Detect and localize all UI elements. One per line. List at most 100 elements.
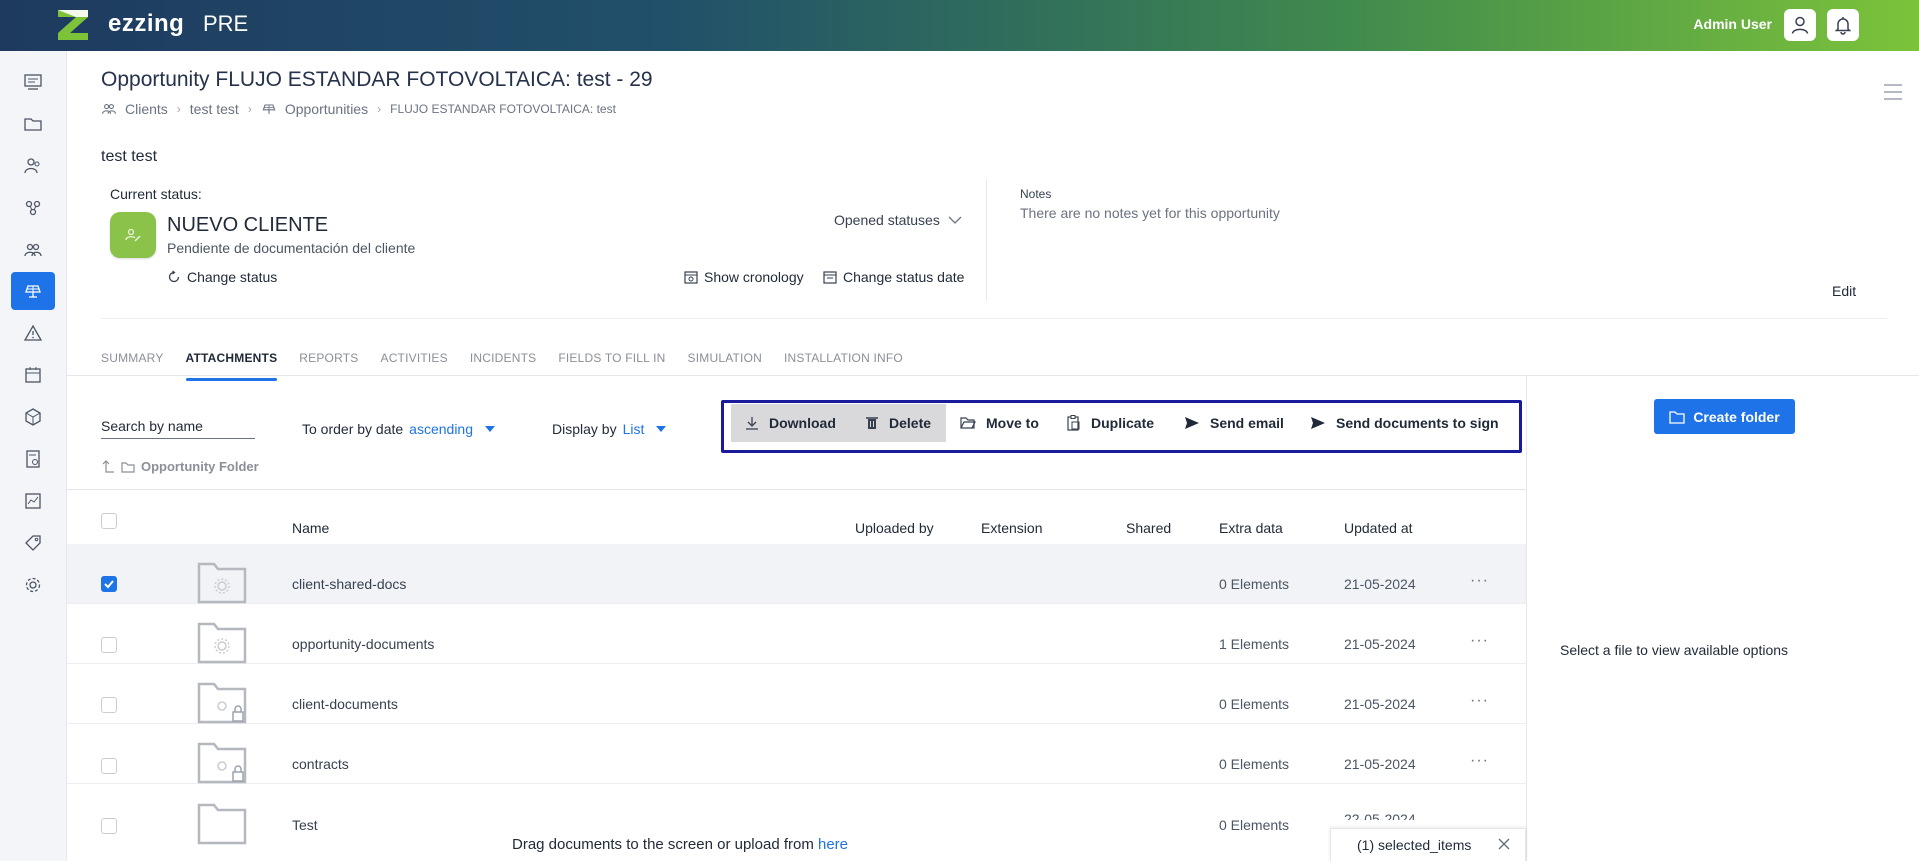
status-name: NUEVO CLIENTE — [167, 214, 329, 236]
sidebar-item-clients[interactable] — [11, 147, 55, 185]
page-title: Opportunity FLUJO ESTANDAR FOTOVOLTAICA:… — [101, 68, 653, 91]
column-header-uploaded-by[interactable]: Uploaded by — [855, 520, 934, 536]
locked-folder-icon — [197, 682, 247, 724]
monitor-icon — [24, 74, 42, 90]
select-all-checkbox[interactable] — [101, 513, 117, 529]
row-checkbox[interactable] — [101, 576, 117, 592]
duplicate-button[interactable]: Duplicate — [1067, 404, 1154, 442]
menu-button[interactable] — [1883, 83, 1903, 104]
calendar-icon — [823, 271, 837, 284]
tab-installation-info[interactable]: INSTALLATION INFO — [784, 351, 903, 377]
sidebar-item-files[interactable] — [11, 105, 55, 143]
row-checkbox[interactable] — [101, 697, 117, 713]
user-profile-button[interactable] — [1784, 9, 1816, 41]
row-name[interactable]: client-documents — [292, 696, 398, 712]
user-icon — [1791, 16, 1809, 34]
send-documents-to-sign-button[interactable]: Send documents to sign — [1310, 404, 1499, 442]
report-icon — [25, 493, 41, 509]
row-more-icon[interactable]: ··· — [1470, 572, 1489, 590]
download-icon — [746, 417, 758, 430]
tab-summary[interactable]: SUMMARY — [101, 351, 164, 377]
sidebar-item-dashboard[interactable] — [11, 63, 55, 101]
sidebar-item-incidents[interactable] — [11, 314, 55, 352]
tag-icon — [25, 535, 41, 551]
column-header-extension[interactable]: Extension — [981, 520, 1042, 536]
sidebar-item-reports[interactable] — [11, 482, 55, 520]
chevron-right-icon: › — [247, 102, 252, 116]
display-value: List — [622, 421, 645, 437]
display-by-select[interactable]: Display by List — [552, 421, 667, 437]
column-header-updated-at[interactable]: Updated at — [1344, 520, 1413, 536]
sidebar-item-contacts[interactable] — [11, 231, 55, 269]
sidebar-item-products[interactable] — [11, 398, 55, 436]
sidebar — [0, 51, 67, 861]
sidebar-item-promotions[interactable] — [11, 524, 55, 562]
close-icon[interactable] — [1497, 837, 1511, 851]
row-updated-at: 21-05-2024 — [1344, 576, 1416, 592]
move-to-button[interactable]: Move to — [960, 404, 1039, 442]
sidebar-item-settings[interactable] — [11, 566, 55, 604]
create-folder-label: Create folder — [1693, 408, 1780, 425]
edit-notes-button[interactable]: Edit — [1832, 283, 1856, 299]
user-name[interactable]: Admin User — [1693, 16, 1772, 32]
sidebar-item-leads[interactable] — [11, 189, 55, 227]
upload-link[interactable]: here — [818, 836, 848, 853]
row-name[interactable]: Test — [292, 817, 318, 833]
sidebar-item-opportunities[interactable] — [11, 272, 55, 310]
table-row[interactable] — [67, 784, 1526, 844]
logo[interactable] — [56, 8, 90, 42]
row-more-icon[interactable]: ··· — [1470, 752, 1489, 770]
order-by-date-select[interactable]: To order by date ascending — [302, 421, 495, 437]
change-status-date-label: Change status date — [843, 269, 965, 285]
hamburger-menu-icon — [1884, 84, 1902, 100]
column-header-shared[interactable]: Shared — [1126, 520, 1171, 536]
row-name[interactable]: contracts — [292, 756, 349, 772]
tab-fields-to-fill-in[interactable]: FIELDS TO FILL IN — [558, 351, 665, 377]
row-checkbox[interactable] — [101, 758, 117, 774]
row-updated-at: 21-05-2024 — [1344, 756, 1416, 772]
row-checkbox[interactable] — [101, 637, 117, 653]
sidebar-item-calendar[interactable] — [11, 356, 55, 394]
tab-attachments[interactable]: ATTACHMENTS — [185, 351, 278, 381]
download-button[interactable]: Download — [731, 404, 851, 442]
sidebar-item-billing[interactable] — [11, 440, 55, 478]
column-header-name[interactable]: Name — [292, 520, 329, 536]
row-more-icon[interactable]: ··· — [1470, 632, 1489, 650]
tab-activities[interactable]: ACTIVITIES — [380, 351, 447, 377]
opened-statuses-dropdown[interactable]: Opened statuses — [834, 212, 962, 228]
change-status-date-button[interactable]: Change status date — [823, 269, 964, 285]
tab-incidents[interactable]: INCIDENTS — [470, 351, 536, 377]
breadcrumb-client[interactable]: test test — [190, 101, 239, 117]
panel-hint: Select a file to view available options — [1560, 642, 1789, 658]
create-folder-button[interactable]: Create folder — [1654, 399, 1795, 434]
row-name[interactable]: client-shared-docs — [292, 576, 406, 592]
table-row[interactable] — [67, 664, 1526, 724]
search-input[interactable]: Search by name — [101, 418, 255, 439]
box-icon — [25, 408, 41, 426]
tab-simulation[interactable]: SIMULATION — [688, 351, 762, 377]
caret-down-icon — [656, 426, 667, 432]
notifications-button[interactable] — [1827, 9, 1859, 41]
column-header-extra-data[interactable]: Extra data — [1219, 520, 1283, 536]
folder-path[interactable]: Opportunity Folder — [101, 459, 259, 474]
row-checkbox[interactable] — [101, 818, 117, 834]
table-row[interactable] — [67, 724, 1526, 784]
table-row[interactable] — [67, 544, 1526, 604]
notes-label: Notes — [1020, 187, 1052, 201]
checkmark-icon — [104, 580, 114, 589]
change-status-button[interactable]: Change status — [167, 269, 277, 285]
tab-reports[interactable]: REPORTS — [299, 351, 358, 377]
delete-button[interactable]: Delete — [851, 404, 946, 442]
group-icon — [24, 243, 42, 257]
row-more-icon[interactable]: ··· — [1470, 692, 1489, 710]
breadcrumb-opportunities[interactable]: Opportunities — [285, 101, 368, 117]
table-row[interactable] — [67, 604, 1526, 664]
show-cronology-button[interactable]: Show cronology — [684, 269, 804, 285]
drag-upload-hint: Drag documents to the screen or upload f… — [512, 836, 848, 853]
calendar-clock-icon — [684, 271, 698, 284]
download-label: Download — [769, 415, 836, 431]
breadcrumb-clients[interactable]: Clients — [125, 101, 168, 117]
send-email-button[interactable]: Send email — [1184, 404, 1284, 442]
chevron-down-icon — [948, 216, 962, 224]
row-name[interactable]: opportunity-documents — [292, 636, 434, 652]
